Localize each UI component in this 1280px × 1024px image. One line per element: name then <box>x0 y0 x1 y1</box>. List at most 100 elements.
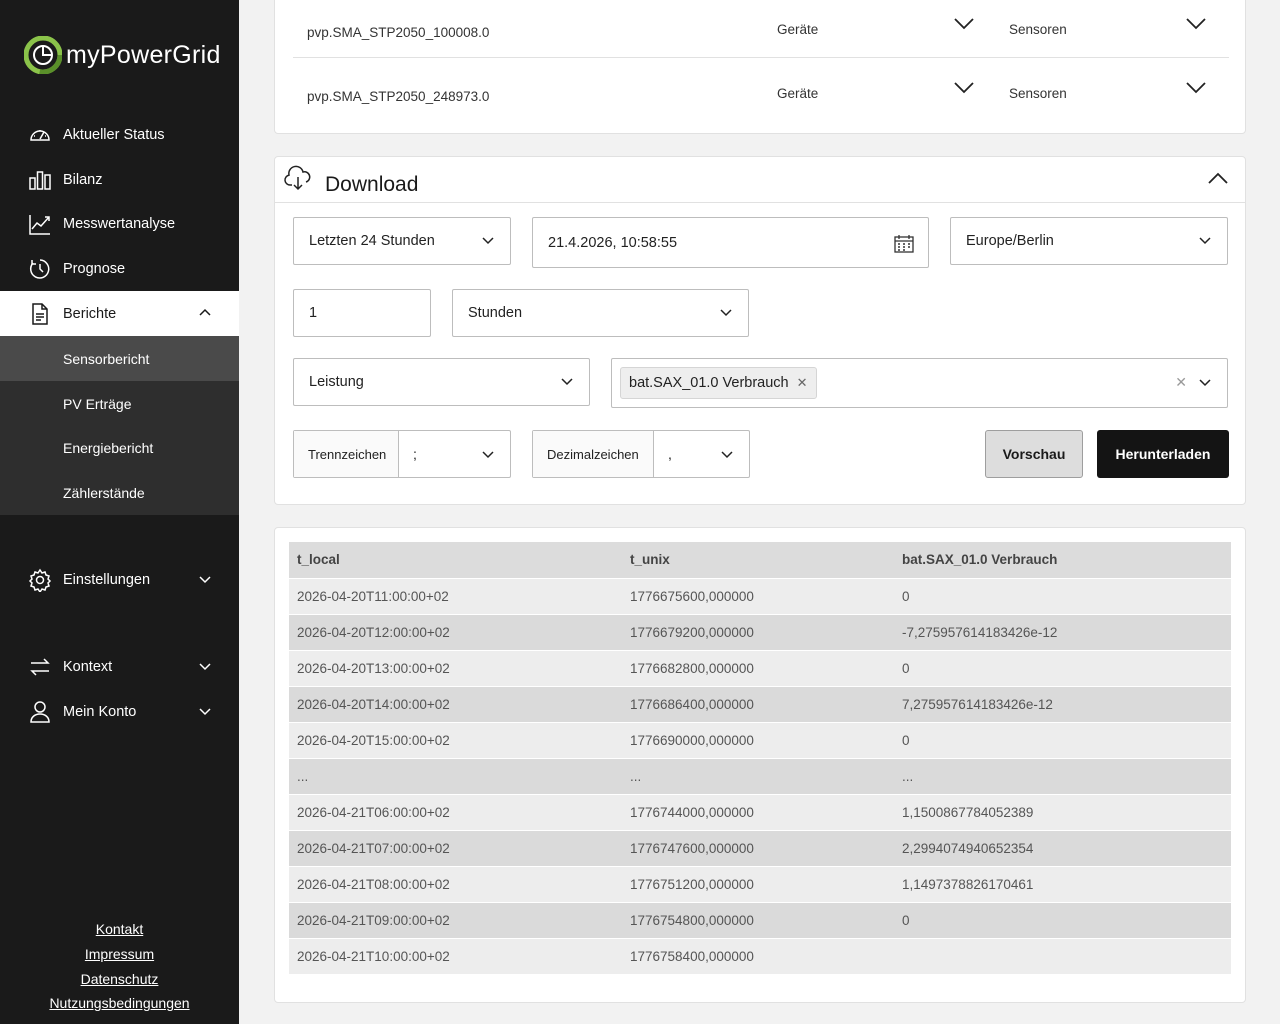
interval-value-input[interactable]: 1 <box>293 289 431 337</box>
timezone-select[interactable]: Europe/Berlin <box>950 217 1228 265</box>
brand-name: myPowerGrid <box>66 40 221 69</box>
table-cell: 2026-04-20T14:00:00+02 <box>289 685 622 722</box>
table-cell: 1776690000,000000 <box>622 721 894 758</box>
nav-einstellungen[interactable]: Einstellungen <box>0 557 239 602</box>
download-card: Download Letzten 24 Stunden 21.4.2026, 1… <box>274 156 1246 505</box>
chevron-down-icon <box>199 576 211 584</box>
decimal-value: , <box>668 446 672 462</box>
preview-table-card: t_local t_unix bat.SAX_01.0 Verbrauch 20… <box>274 527 1246 1003</box>
decimal-select[interactable]: Dezimalzeichen , <box>532 430 750 478</box>
table-cell: 2,2994074940652354 <box>894 829 1231 866</box>
nav-berichte[interactable]: Berichte <box>0 291 239 336</box>
brand-logo[interactable]: myPowerGrid <box>24 36 221 74</box>
nav-kontext[interactable]: Kontext <box>0 644 239 689</box>
sub-energiebericht[interactable]: Energiebericht <box>0 425 239 470</box>
nav-mein-konto[interactable]: Mein Konto <box>0 689 239 734</box>
table-cell: 1776675600,000000 <box>622 577 894 614</box>
table-cell: 1776747600,000000 <box>622 829 894 866</box>
nav-prognose[interactable]: Prognose <box>0 246 239 291</box>
sub-sensorbericht[interactable]: Sensorbericht <box>0 336 239 381</box>
sensoren-label[interactable]: Sensoren <box>1009 22 1067 37</box>
nav-label: Einstellungen <box>63 571 151 588</box>
table-cell: ... <box>622 757 894 794</box>
download-header: Download <box>275 157 1245 203</box>
measure-select[interactable]: Leistung <box>293 358 590 406</box>
device-name: pvp.SMA_STP2050_100008.0 <box>307 25 490 40</box>
sub-pv-ertraege[interactable]: PV Erträge <box>0 381 239 426</box>
decimal-label: Dezimalzeichen <box>533 431 654 477</box>
separator-label: Trennzeichen <box>294 431 399 477</box>
sub-zaehlerstaende[interactable]: Zählerstände <box>0 470 239 515</box>
link-nutzungsbedingungen[interactable]: Nutzungsbedingungen <box>0 991 239 1016</box>
device-name: pvp.SMA_STP2050_248973.0 <box>307 89 490 104</box>
swap-arrows-icon <box>28 655 52 679</box>
table-cell: ... <box>289 757 622 794</box>
table-cell: 1,1500867784052389 <box>894 793 1231 830</box>
table-cell: 2026-04-21T07:00:00+02 <box>289 829 622 866</box>
geraete-label[interactable]: Geräte <box>777 86 818 101</box>
preview-button[interactable]: Vorschau <box>985 430 1083 478</box>
sensor-tag-label: bat.SAX_01.0 Verbrauch <box>629 375 789 391</box>
nav-aktueller-status[interactable]: Aktueller Status <box>0 112 239 157</box>
link-kontakt[interactable]: Kontakt <box>0 917 239 942</box>
table-cell: -7,275957614183426e-12 <box>894 613 1231 650</box>
sensoren-label[interactable]: Sensoren <box>1009 86 1067 101</box>
chevron-down-icon <box>1199 379 1211 387</box>
datetime-value: 21.4.2026, 10:58:55 <box>548 234 678 251</box>
clear-icon[interactable]: ✕ <box>1175 374 1187 391</box>
chevron-down-icon <box>721 451 733 459</box>
separator-value-box[interactable]: ; <box>399 431 510 477</box>
calendar-icon[interactable] <box>894 234 914 253</box>
chevron-down-icon <box>199 708 211 716</box>
table-row: 2026-04-21T10:00:00+02 1776758400,000000 <box>289 937 1231 974</box>
link-datenschutz[interactable]: Datenschutz <box>0 967 239 992</box>
table-cell: 1776744000,000000 <box>622 793 894 830</box>
interval-unit-select[interactable]: Stunden <box>452 289 749 337</box>
column-header: bat.SAX_01.0 Verbrauch <box>894 542 1231 578</box>
line-chart-icon <box>28 212 52 236</box>
timezone-value: Europe/Berlin <box>966 233 1054 249</box>
berichte-submenu: Sensorbericht PV Erträge Energiebericht … <box>0 336 239 515</box>
table-cell: 2026-04-21T09:00:00+02 <box>289 901 622 938</box>
table-cell: 2026-04-20T11:00:00+02 <box>289 577 622 614</box>
table-cell: 1776754800,000000 <box>622 901 894 938</box>
table-row: ......... <box>289 757 1231 794</box>
table-body: 2026-04-20T11:00:00+02 1776675600,000000 0… <box>289 577 1231 974</box>
table-row: 2026-04-21T06:00:00+02 1776744000,000000 1… <box>289 793 1231 830</box>
table-cell: 1,1497378826170461 <box>894 865 1231 902</box>
chevron-down-icon[interactable] <box>953 17 975 31</box>
download-button[interactable]: Herunterladen <box>1097 430 1229 478</box>
device-row: pvp.SMA_STP2050_248973.0 Geräte Sensoren <box>293 65 1229 129</box>
table-cell: ... <box>894 757 1231 794</box>
decimal-value-box[interactable]: , <box>654 431 749 477</box>
separator-value: ; <box>413 446 417 462</box>
document-icon <box>28 302 52 326</box>
chevron-down-icon <box>482 237 494 245</box>
chevron-down-icon[interactable] <box>953 81 975 95</box>
sensor-multiselect[interactable]: bat.SAX_01.0 Verbrauch ✕ ✕ <box>611 358 1228 408</box>
nav-bilanz[interactable]: Bilanz <box>0 157 239 202</box>
link-impressum[interactable]: Impressum <box>0 942 239 967</box>
device-row: pvp.SMA_STP2050_100008.0 Geräte Sensoren <box>293 1 1229 65</box>
nav-messwertanalyse[interactable]: Messwertanalyse <box>0 201 239 246</box>
table-row: 2026-04-21T08:00:00+02 1776751200,000000 1… <box>289 865 1231 902</box>
sidebar: myPowerGrid Aktueller Status Bilanz Mess… <box>0 0 239 1024</box>
chevron-up-icon[interactable] <box>1207 171 1229 185</box>
range-select[interactable]: Letzten 24 Stunden <box>293 217 511 265</box>
table-row: 2026-04-20T12:00:00+02 1776679200,000000-… <box>289 613 1231 650</box>
chevron-down-icon <box>561 378 573 386</box>
chevron-down-icon[interactable] <box>1185 17 1207 31</box>
geraete-label[interactable]: Geräte <box>777 22 818 37</box>
table-cell: 1776679200,000000 <box>622 613 894 650</box>
datetime-input[interactable]: 21.4.2026, 10:58:55 <box>532 217 929 268</box>
chevron-down-icon[interactable] <box>1185 81 1207 95</box>
table-cell: 2026-04-20T12:00:00+02 <box>289 613 622 650</box>
table-cell: 1776758400,000000 <box>622 937 894 974</box>
chevron-up-icon <box>199 308 211 316</box>
table-cell: 2026-04-21T08:00:00+02 <box>289 865 622 902</box>
separator-select[interactable]: Trennzeichen ; <box>293 430 511 478</box>
sensor-tag[interactable]: bat.SAX_01.0 Verbrauch ✕ <box>620 367 817 399</box>
remove-tag-icon[interactable]: ✕ <box>797 375 808 391</box>
interval-unit-value: Stunden <box>468 305 523 321</box>
nav-label: Mein Konto <box>63 703 137 720</box>
